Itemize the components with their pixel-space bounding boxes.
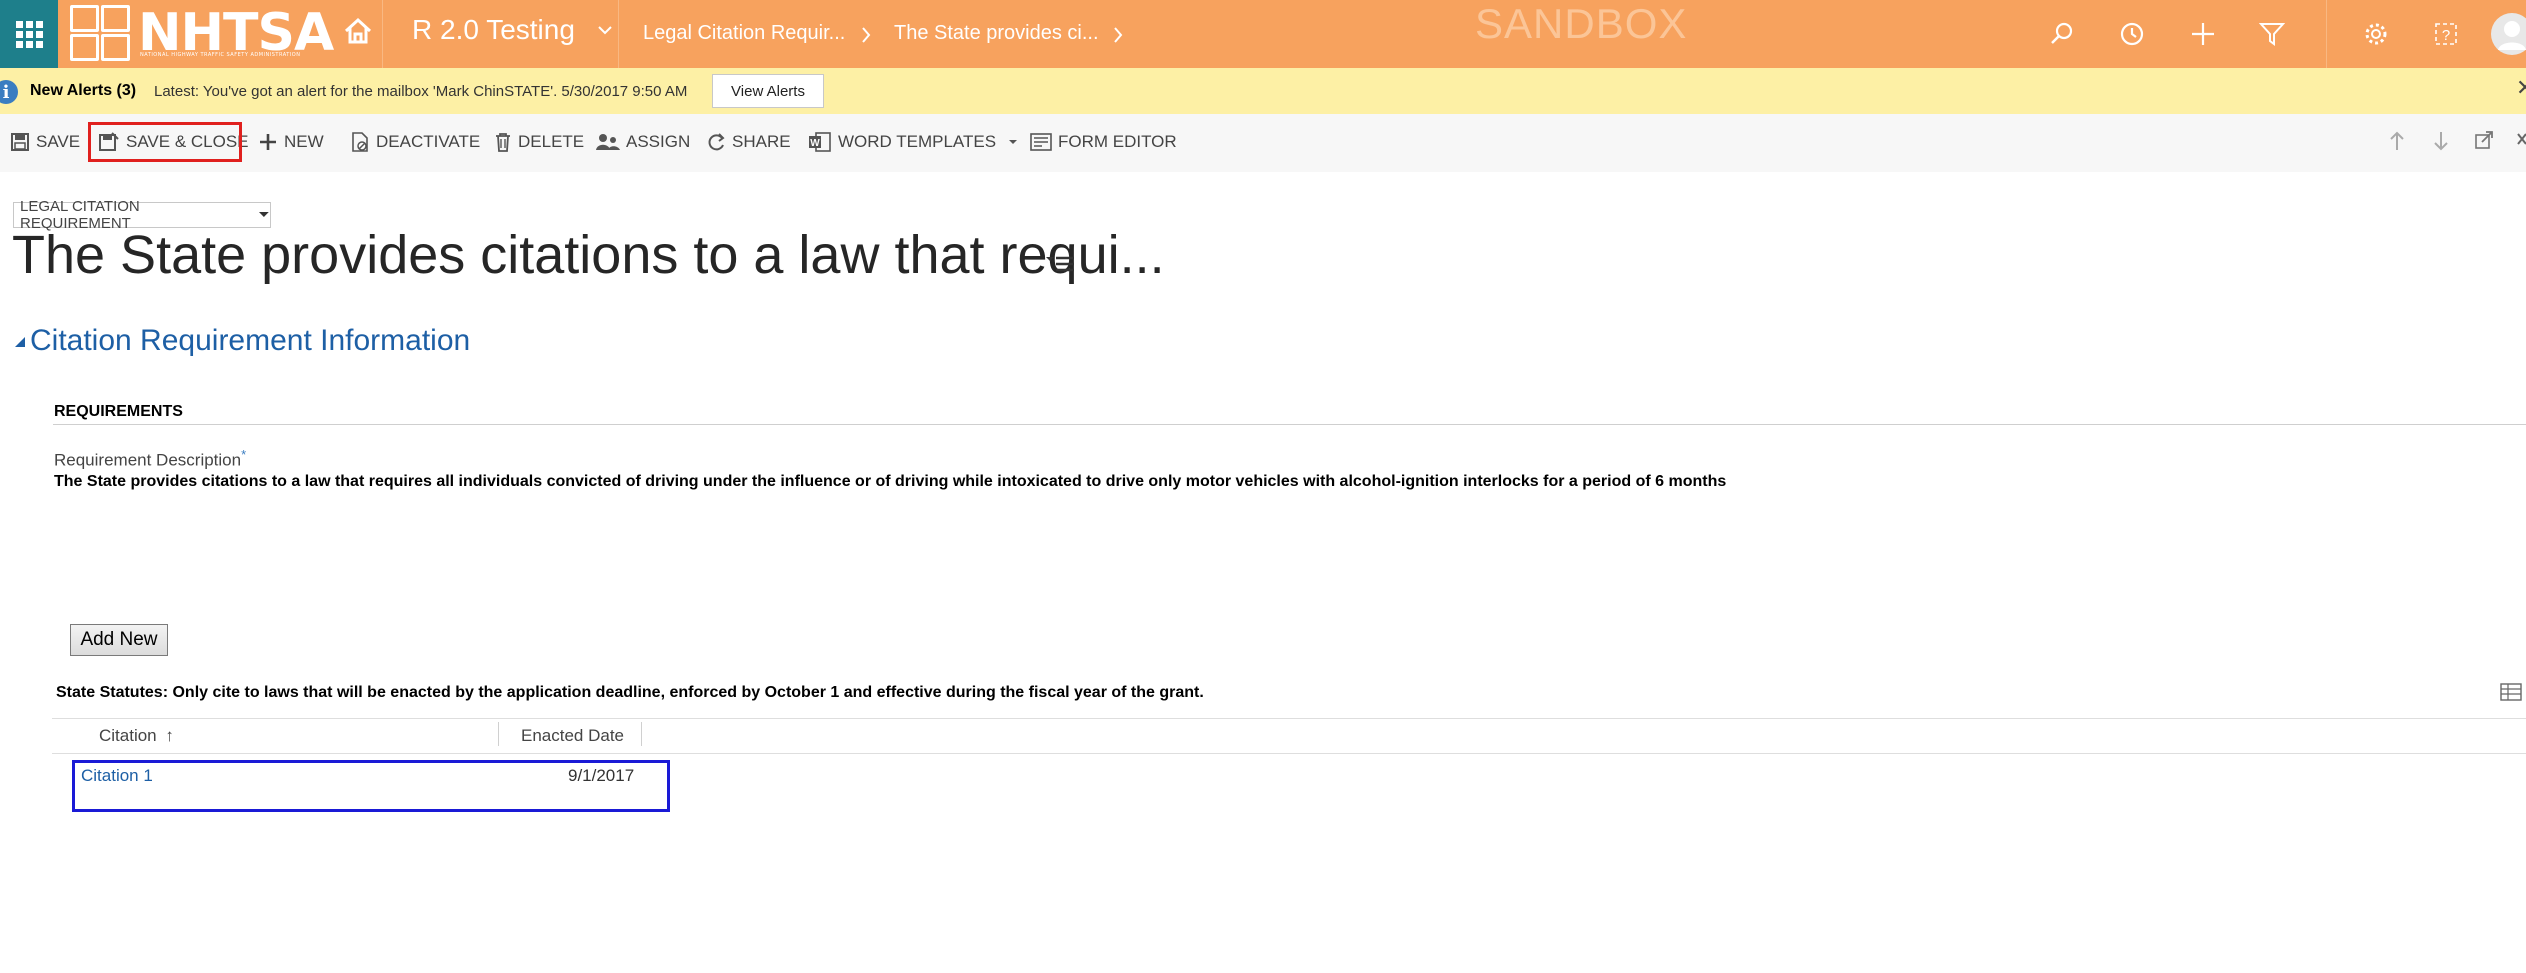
latest-alert-message: Latest: You've got an alert for the mail… <box>154 83 688 100</box>
user-icon[interactable] <box>2490 12 2526 56</box>
breadcrumb-entity[interactable]: Legal Citation Requir... <box>643 22 845 45</box>
word-icon: W <box>809 132 831 152</box>
assign-button[interactable]: ASSIGN <box>596 124 690 160</box>
nav-divider <box>2326 0 2327 68</box>
chevron-right-icon[interactable] <box>1112 26 1124 44</box>
filter-icon[interactable] <box>2258 20 2286 48</box>
deactivate-button[interactable]: DEACTIVATE <box>350 124 480 160</box>
requirements-heading: REQUIREMENTS <box>54 403 183 420</box>
form-menu-icon[interactable] <box>1046 254 1074 274</box>
app-switcher[interactable]: R 2.0 Testing <box>412 14 613 46</box>
requirement-description-label: Requirement Description* <box>54 447 246 471</box>
add-new-button[interactable]: Add New <box>70 624 168 656</box>
svg-text:?: ? <box>2442 27 2450 44</box>
trash-icon <box>496 133 510 152</box>
new-alerts-label[interactable]: New Alerts (3) <box>30 82 136 100</box>
breadcrumb-record[interactable]: The State provides ci... <box>894 22 1099 45</box>
chevron-right-icon <box>862 27 871 43</box>
requirement-label-text: Requirement Description <box>54 450 242 470</box>
close-icon[interactable]: ✕ <box>2516 76 2526 101</box>
arrow-down-icon[interactable] <box>2432 130 2450 152</box>
form-editor-icon <box>1030 133 1052 151</box>
app-name: R 2.0 Testing <box>412 14 575 45</box>
section-divider <box>53 424 2526 425</box>
form-editor-button[interactable]: FORM EDITOR <box>1030 124 1177 160</box>
caret-down-icon <box>1009 140 1018 144</box>
citation-column-label: Citation <box>99 726 157 745</box>
new-button[interactable]: NEW <box>258 124 324 160</box>
add-icon[interactable] <box>2189 20 2217 48</box>
deactivate-icon <box>352 132 368 152</box>
column-header-citation[interactable]: Citation ↑ <box>99 726 174 746</box>
share-label: SHARE <box>732 132 791 151</box>
help-icon[interactable]: ? <box>2432 20 2460 48</box>
highlight-frame-blue <box>72 760 670 812</box>
section-title[interactable]: Citation Requirement Information <box>30 324 470 358</box>
search-icon[interactable] <box>2048 20 2076 48</box>
share-icon <box>708 133 725 151</box>
arrow-up-icon[interactable] <box>2388 130 2406 152</box>
assign-icon <box>596 134 620 150</box>
column-header-enacted-date[interactable]: Enacted Date <box>521 726 624 746</box>
new-label: NEW <box>284 132 324 151</box>
sort-ascending-icon: ↑ <box>165 726 174 745</box>
save-label: SAVE <box>36 132 81 151</box>
nav-divider <box>618 0 619 68</box>
chevron-down-icon <box>598 26 612 35</box>
grid-view-icon[interactable] <box>2500 682 2522 702</box>
logo-subtitle: NATIONAL HIGHWAY TRAFFIC SAFETY ADMINIST… <box>140 52 301 58</box>
svg-text:W: W <box>810 138 820 149</box>
history-icon[interactable] <box>2118 20 2146 48</box>
column-divider[interactable] <box>498 722 499 746</box>
highlight-frame-red <box>88 122 242 162</box>
word-templates-button[interactable]: W WORD TEMPLATES <box>808 124 1018 160</box>
settings-icon[interactable] <box>2362 20 2390 48</box>
share-button[interactable]: SHARE <box>706 124 791 160</box>
environment-label: SANDBOX <box>1475 0 1688 47</box>
nav-divider <box>382 0 383 68</box>
required-marker: * <box>241 447 247 462</box>
requirement-description-value[interactable]: The State provides citations to a law th… <box>54 473 1726 491</box>
floppy-disk-icon <box>11 133 29 151</box>
state-statutes-title: State Statutes: Only cite to laws that w… <box>56 684 1204 701</box>
assign-label: ASSIGN <box>626 132 691 151</box>
close-icon[interactable] <box>2516 130 2526 150</box>
delete-label: DELETE <box>518 132 585 151</box>
waffle-icon[interactable] <box>0 0 58 68</box>
pop-out-icon[interactable] <box>2474 130 2494 150</box>
grid-top-border <box>52 718 2526 719</box>
column-divider[interactable] <box>641 722 642 746</box>
form-editor-label: FORM EDITOR <box>1058 132 1177 151</box>
view-alerts-button[interactable]: View Alerts <box>712 74 824 108</box>
plus-icon <box>260 134 276 150</box>
home-icon[interactable] <box>343 16 373 50</box>
delete-button[interactable]: DELETE <box>494 124 584 160</box>
grid-header-border <box>52 753 2526 754</box>
word-templates-label: WORD TEMPLATES <box>838 132 997 151</box>
record-title: The State provides citations to a law th… <box>12 225 1165 285</box>
save-button[interactable]: SAVE <box>10 124 80 160</box>
deactivate-label: DEACTIVATE <box>376 132 481 151</box>
collapse-triangle-icon[interactable] <box>14 336 26 348</box>
caret-down-icon <box>259 212 270 217</box>
